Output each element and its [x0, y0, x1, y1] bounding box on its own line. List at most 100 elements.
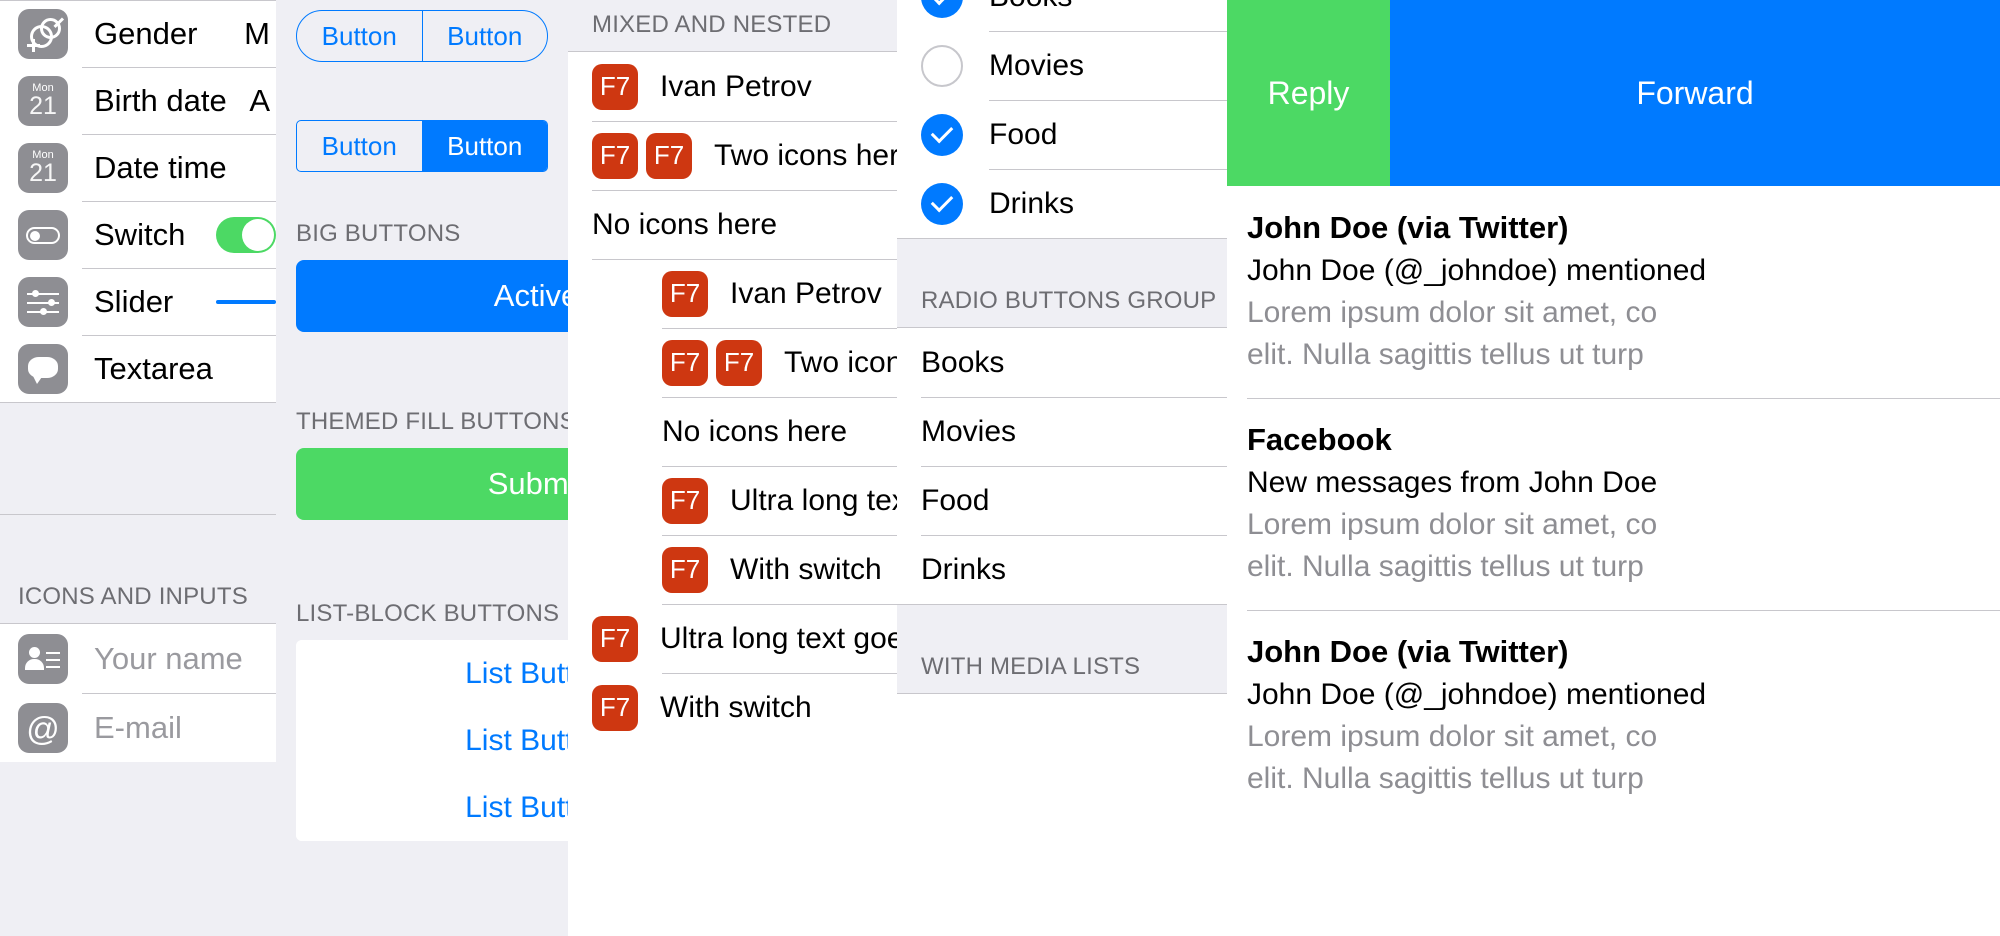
media-subtitle: John Doe (@_johndoe) mentioned: [1247, 678, 1707, 711]
email-input[interactable]: E-mail: [94, 710, 182, 746]
list-item-label: Ultra long text: [730, 483, 898, 517]
divider: [662, 397, 898, 398]
checkbox-label: Drinks: [989, 186, 1075, 220]
list-button-1[interactable]: List Button: [296, 640, 568, 707]
your-name-input[interactable]: Your name: [94, 641, 243, 677]
group-title-mixed-and-nested: MIXED AND NESTED: [568, 0, 898, 52]
panel-icons-inputs: Gender M Mon 21 Birth date A Mon 21 Date…: [0, 0, 276, 936]
swipeout-forward-button[interactable]: Forward: [1390, 0, 2000, 186]
radio-list-block: Books Movies Food Drinks: [897, 328, 1229, 604]
list-item-nested[interactable]: F7 F7 Two icons here: [568, 328, 898, 397]
list-item-label: Textarea: [94, 350, 213, 386]
segment-button-1[interactable]: Button: [297, 11, 423, 61]
media-text-line: Lorem ipsum dolor sit amet, co: [1247, 296, 1658, 329]
list-item-gender[interactable]: Gender M: [0, 0, 276, 67]
media-text-line: elit. Nulla sagittis tellus ut turp: [1247, 762, 1644, 795]
divider: [989, 169, 1229, 170]
input-row-your-name[interactable]: Your name: [0, 624, 276, 693]
checkbox-unchecked-icon[interactable]: [921, 44, 963, 87]
list-item-label: Slider: [94, 283, 174, 319]
list-item-switch[interactable]: Switch: [0, 201, 276, 268]
checkbox-row-food[interactable]: Food: [897, 100, 1229, 169]
list-item-nested[interactable]: No icons here: [568, 397, 898, 466]
media-item[interactable]: John Doe (via Twitter) John Doe (@_johnd…: [1227, 610, 2000, 822]
checkbox-label: Food: [989, 117, 1058, 151]
divider: [989, 100, 1229, 101]
toggle-switch[interactable]: [216, 216, 276, 253]
submit-button[interactable]: Submit: [296, 448, 568, 520]
f7-icon: F7: [662, 477, 708, 524]
swipeout-actions-row: Reply Forward: [1227, 0, 2000, 186]
list-item-label: With switch: [730, 552, 882, 586]
radio-label: Drinks: [921, 552, 1007, 586]
list-item[interactable]: F7 Ivan Petrov: [568, 52, 898, 121]
contact-icon: [18, 633, 68, 684]
swipeout-reply-button[interactable]: Reply: [1227, 0, 1390, 186]
segment-button-1[interactable]: Button: [297, 121, 423, 171]
f7-icon: F7: [646, 132, 692, 179]
f7-icon: F7: [662, 339, 708, 386]
checkbox-checked-icon[interactable]: [921, 182, 963, 225]
list-button-label: List Button: [465, 790, 568, 824]
segment-button-2-active[interactable]: Button: [422, 121, 547, 171]
active-button[interactable]: Active: [296, 260, 568, 332]
list-item-label: With switch: [660, 690, 812, 724]
checkbox-checked-icon[interactable]: [921, 0, 963, 18]
list-item[interactable]: No icons here: [568, 190, 898, 259]
radio-label: Movies: [921, 414, 1017, 448]
range-slider[interactable]: [216, 299, 276, 304]
checkbox-row-movies[interactable]: Movies: [897, 31, 1229, 100]
list-button-label: List Button: [465, 723, 568, 757]
list-item-birth-date[interactable]: Mon 21 Birth date A: [0, 67, 276, 134]
f7-icon: F7: [716, 339, 762, 386]
media-subtitle: New messages from John Doe: [1247, 466, 1658, 499]
media-list-block: John Doe (via Twitter) John Doe (@_johnd…: [1227, 186, 2000, 822]
media-subtitle: John Doe (@_johndoe) mentioned: [1247, 254, 1707, 287]
f7-icon: F7: [592, 684, 638, 731]
list-item-textarea[interactable]: Textarea: [0, 335, 276, 402]
f7-icon: F7: [592, 63, 638, 110]
list-item-spacer: [0, 402, 276, 403]
media-text-line: elit. Nulla sagittis tellus ut turp: [1247, 338, 1644, 371]
segment-button-2[interactable]: Button: [423, 11, 548, 61]
segmented-control-round[interactable]: Button Button: [296, 10, 548, 62]
list-item[interactable]: F7 F7 Two icons here: [568, 121, 898, 190]
segmented-square-row: Button Button: [296, 120, 548, 172]
list-item-label: No icons here: [662, 414, 848, 448]
list-item-label: Ivan Petrov: [660, 69, 812, 103]
media-item[interactable]: Facebook New messages from John Doe Lore…: [1227, 398, 2000, 610]
divider: [1247, 610, 2000, 611]
list-item-slider[interactable]: Slider: [0, 268, 276, 335]
inputs-list-block: Your name @ E-mail: [0, 624, 276, 762]
divider: [662, 328, 898, 329]
list-item-date-time[interactable]: Mon 21 Date time: [0, 134, 276, 201]
media-item[interactable]: John Doe (via Twitter) John Doe (@_johnd…: [1227, 186, 2000, 398]
divider: [1247, 398, 2000, 399]
input-row-email[interactable]: @ E-mail: [0, 693, 276, 762]
divider: [921, 397, 1229, 398]
radio-row-drinks[interactable]: Drinks: [897, 535, 1229, 604]
divider: [82, 67, 276, 68]
at-icon: @: [18, 702, 68, 753]
segmented-control-square[interactable]: Button Button: [296, 120, 548, 172]
list-item-nested[interactable]: F7 With switch: [568, 535, 898, 604]
radio-row-food[interactable]: Food: [897, 466, 1229, 535]
checkbox-checked-icon[interactable]: [921, 113, 963, 156]
divider: [662, 673, 898, 674]
segmented-round-row: Button Button: [296, 10, 548, 62]
list-item-nested[interactable]: F7 Ivan Petrov: [568, 259, 898, 328]
list-button-2[interactable]: List Button: [296, 707, 568, 774]
checkbox-label: Movies: [989, 48, 1085, 82]
list-button-3[interactable]: List Button: [296, 774, 568, 841]
list-item[interactable]: F7 Ultra long text goes: [568, 604, 898, 673]
checkbox-row-drinks[interactable]: Drinks: [897, 169, 1229, 238]
radio-row-movies[interactable]: Movies: [897, 397, 1229, 466]
list-item[interactable]: F7 With switch: [568, 673, 898, 742]
divider: [921, 535, 1229, 536]
panel-mixed-nested: MIXED AND NESTED F7 Ivan Petrov F7 F7 Tw…: [568, 0, 898, 936]
checkbox-row-books[interactable]: Books: [897, 0, 1229, 31]
calendar-icon: Mon 21: [18, 142, 68, 193]
list-item-nested[interactable]: F7 Ultra long text: [568, 466, 898, 535]
radio-row-books[interactable]: Books: [897, 328, 1229, 397]
divider: [592, 190, 898, 191]
